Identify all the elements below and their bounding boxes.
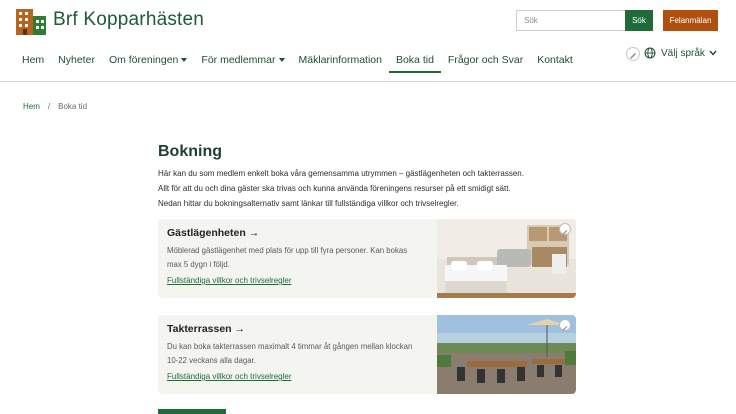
partial-button[interactable] xyxy=(158,409,226,414)
caret-down-icon xyxy=(181,57,188,62)
nav-label: Boka tid xyxy=(395,53,434,66)
card-description: Möblerad gästlägenhet med plats för upp … xyxy=(167,246,408,269)
site-title[interactable]: Brf Kopparhästen xyxy=(53,9,204,31)
intro-text: Här kan du som medlem enkelt boka våra g… xyxy=(158,167,578,211)
nav-label: För medlemmar xyxy=(201,53,276,66)
language-label: Välj språk xyxy=(661,47,705,59)
nav-item-fragor-och-svar[interactable]: Frågor och Svar xyxy=(448,48,523,68)
nav-item-for-medlemmar[interactable]: För medlemmar xyxy=(201,48,285,68)
intro-line: Allt för att du och dina gäster ska triv… xyxy=(158,183,511,193)
caret-down-icon xyxy=(278,57,285,62)
chevron-down-icon xyxy=(709,50,717,56)
nav-label: Nyheter xyxy=(58,53,95,66)
nav-label: Frågor och Svar xyxy=(447,53,524,66)
site-header: Brf Kopparhästen Sök Felanmälan Hem Nyhe… xyxy=(0,0,736,82)
booking-card-guest-apartment[interactable]: Gästlägenheten → Möblerad gästlägenhet m… xyxy=(158,219,576,298)
nav-item-maklarinformation[interactable]: Mäklarinformation xyxy=(299,48,382,68)
terms-link[interactable]: Fullständiga villkor och trivselregler xyxy=(167,276,292,285)
breadcrumb-separator: / xyxy=(47,102,51,111)
nav-label: Kontakt xyxy=(537,53,573,66)
terms-link[interactable]: Fullständiga villkor och trivselregler xyxy=(167,372,292,381)
page-title: Bokning xyxy=(158,143,222,160)
breadcrumb-home-link[interactable]: Hem xyxy=(23,102,40,111)
breadcrumb-current: Boka tid xyxy=(58,102,88,111)
card-title[interactable]: Takterrassen → xyxy=(167,323,245,335)
nav-item-hem[interactable]: Hem xyxy=(22,48,44,68)
card-description: Du kan boka takterrassen maximalt 4 timm… xyxy=(167,342,413,365)
booking-card-roof-terrace[interactable]: Takterrassen → Du kan boka takterrassen … xyxy=(158,315,576,394)
language-selector[interactable]: Välj språk xyxy=(644,47,722,59)
nav-item-boka-tid[interactable]: Boka tid xyxy=(388,48,441,73)
nav-item-nyheter[interactable]: Nyheter xyxy=(58,48,95,68)
nav-label: Mäklarinformation xyxy=(298,53,382,66)
intro-line: Här kan du som medlem enkelt boka våra g… xyxy=(158,169,524,178)
globe-icon xyxy=(644,47,656,59)
card-title[interactable]: Gästlägenheten → xyxy=(167,227,259,239)
search-input[interactable] xyxy=(516,10,626,31)
nav-item-kontakt[interactable]: Kontakt xyxy=(537,48,573,68)
guest-apartment-image xyxy=(437,219,576,298)
search-button[interactable]: Sök xyxy=(625,10,653,31)
main-nav: Hem Nyheter Om föreningen För medlemmar … xyxy=(22,48,587,73)
building-logo-icon[interactable] xyxy=(16,7,46,35)
report-issue-button[interactable]: Felanmälan xyxy=(663,10,718,31)
edit-pencil-icon[interactable] xyxy=(626,47,640,61)
nav-item-om-foreningen[interactable]: Om föreningen xyxy=(108,48,188,68)
roof-terrace-image xyxy=(437,315,576,394)
edit-pencil-icon[interactable] xyxy=(559,319,571,331)
nav-label: Hem xyxy=(22,53,45,66)
edit-pencil-icon[interactable] xyxy=(559,223,571,235)
nav-label: Om föreningen xyxy=(108,53,179,66)
breadcrumb: Hem / Boka tid xyxy=(23,102,87,111)
intro-line: Nedan hittar du bokningsalternativ samt … xyxy=(158,198,459,208)
